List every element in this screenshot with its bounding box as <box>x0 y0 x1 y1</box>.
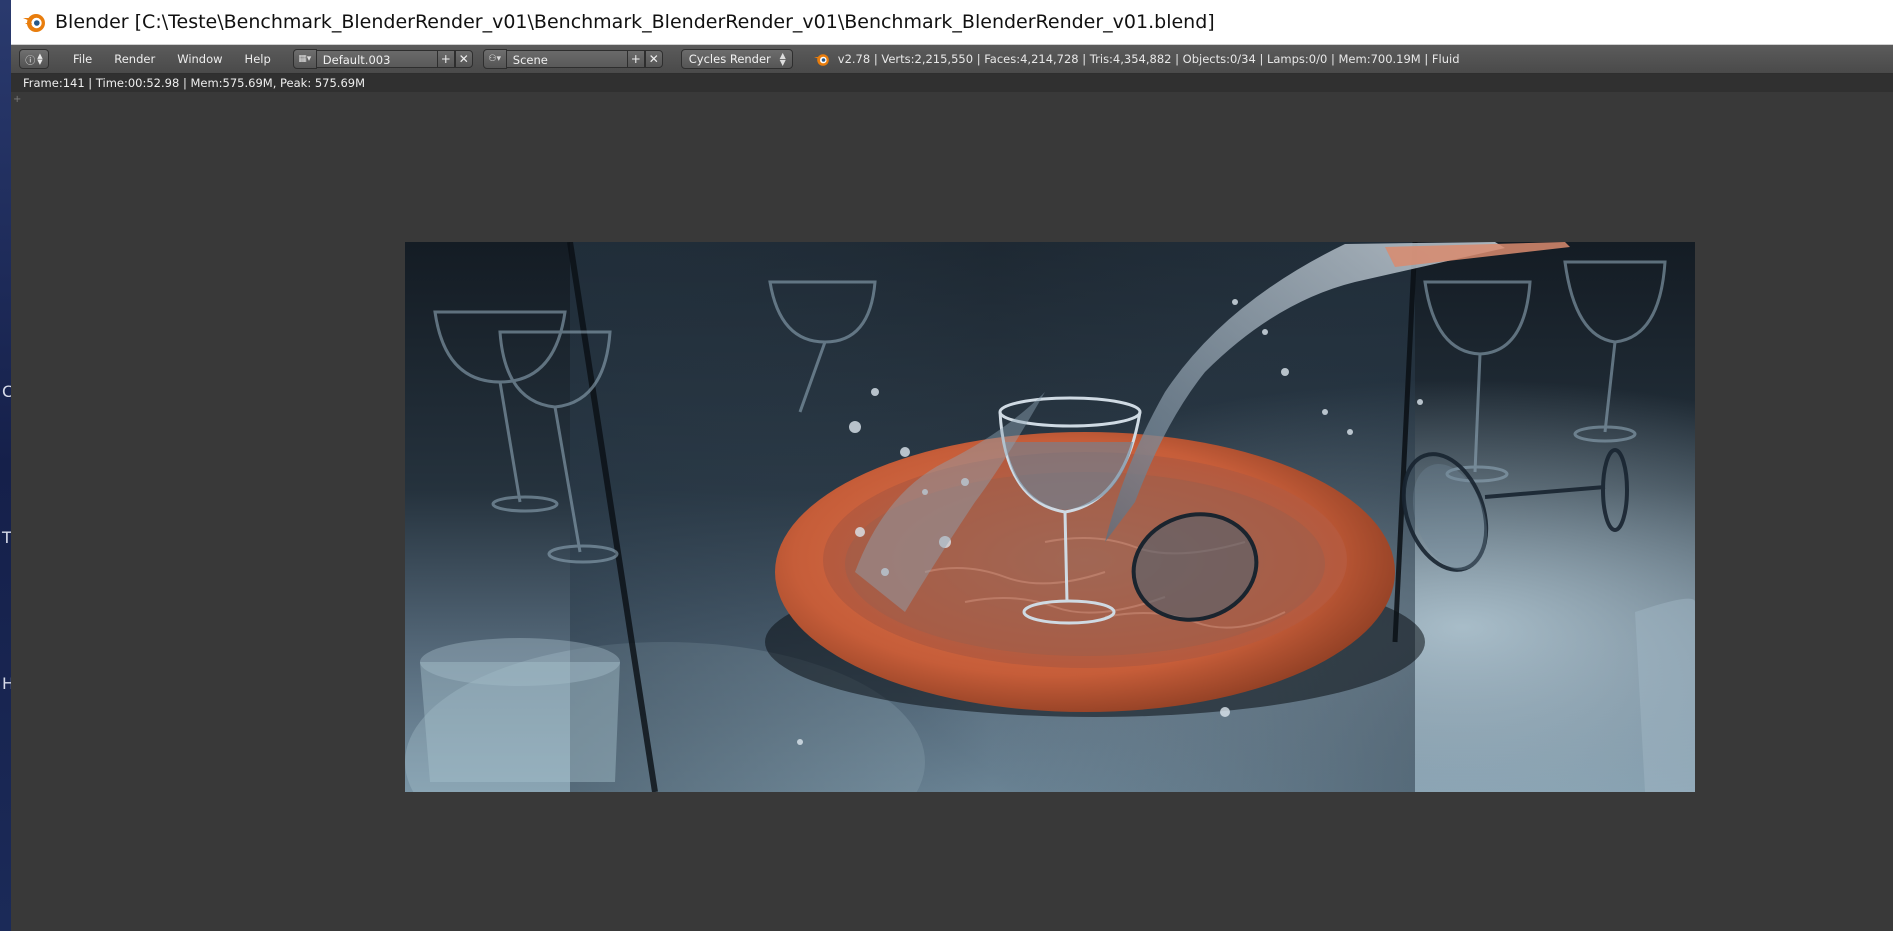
scene-icon[interactable]: ⚇▾ <box>482 49 507 69</box>
desktop-peek-letter: C <box>2 382 11 401</box>
menu-render[interactable]: Render <box>104 45 167 73</box>
desktop-peek-letter: H <box>2 674 11 693</box>
window-title: Blender [C:\Teste\Benchmark_BlenderRende… <box>55 11 1215 33</box>
screen-layout-selector: ▦▾ Default.003 + ✕ <box>292 49 473 69</box>
render-image-drawing <box>405 242 1695 792</box>
blender-logo-icon <box>23 14 45 32</box>
desktop-background: C T H <box>0 0 11 931</box>
render-result-image <box>405 242 1695 792</box>
screen-layout-field[interactable]: Default.003 <box>316 50 437 68</box>
info-header: ⓘ ▲ ▼ File Render Window Help ▦▾ Default.… <box>11 45 1893 74</box>
render-engine-label: Cycles Render <box>688 52 771 66</box>
chevron-updown-icon: ▲ ▼ <box>779 51 786 67</box>
render-info-bar: Frame:141 | Time:00:52.98 | Mem:575.69M,… <box>11 74 1893 92</box>
render-engine-dropdown[interactable]: Cycles Render ▲ ▼ <box>680 49 793 69</box>
image-editor-viewport[interactable]: + <box>11 92 1893 931</box>
scene-statistics: v2.78 | Verts:2,215,550 | Faces:4,214,72… <box>837 52 1460 66</box>
scene-selector: ⚇▾ Scene + ✕ <box>482 49 663 69</box>
region-expand-icon[interactable]: + <box>13 94 21 105</box>
plus-icon[interactable]: + <box>436 50 455 68</box>
render-info-text: Frame:141 | Time:00:52.98 | Mem:575.69M,… <box>23 76 366 90</box>
title-bar[interactable]: Blender [C:\Teste\Benchmark_BlenderRende… <box>11 0 1893 45</box>
main-menu: File Render Window Help <box>63 45 283 73</box>
blender-window: Blender [C:\Teste\Benchmark_BlenderRende… <box>11 0 1893 931</box>
x-icon[interactable]: ✕ <box>454 50 473 68</box>
plus-icon[interactable]: + <box>626 50 645 68</box>
blender-logo-icon <box>813 53 829 66</box>
info-editor-icon: ⓘ <box>25 55 36 67</box>
menu-help[interactable]: Help <box>235 45 283 73</box>
screen-layout-icon[interactable]: ▦▾ <box>292 49 317 69</box>
menu-file[interactable]: File <box>63 45 104 73</box>
chevron-updown-icon: ▲ ▼ <box>37 52 43 66</box>
editor-type-selector[interactable]: ⓘ ▲ ▼ <box>19 49 49 69</box>
x-icon[interactable]: ✕ <box>644 50 663 68</box>
desktop-peek-letter: T <box>2 528 11 547</box>
menu-window[interactable]: Window <box>167 45 234 73</box>
scene-field[interactable]: Scene <box>506 50 627 68</box>
